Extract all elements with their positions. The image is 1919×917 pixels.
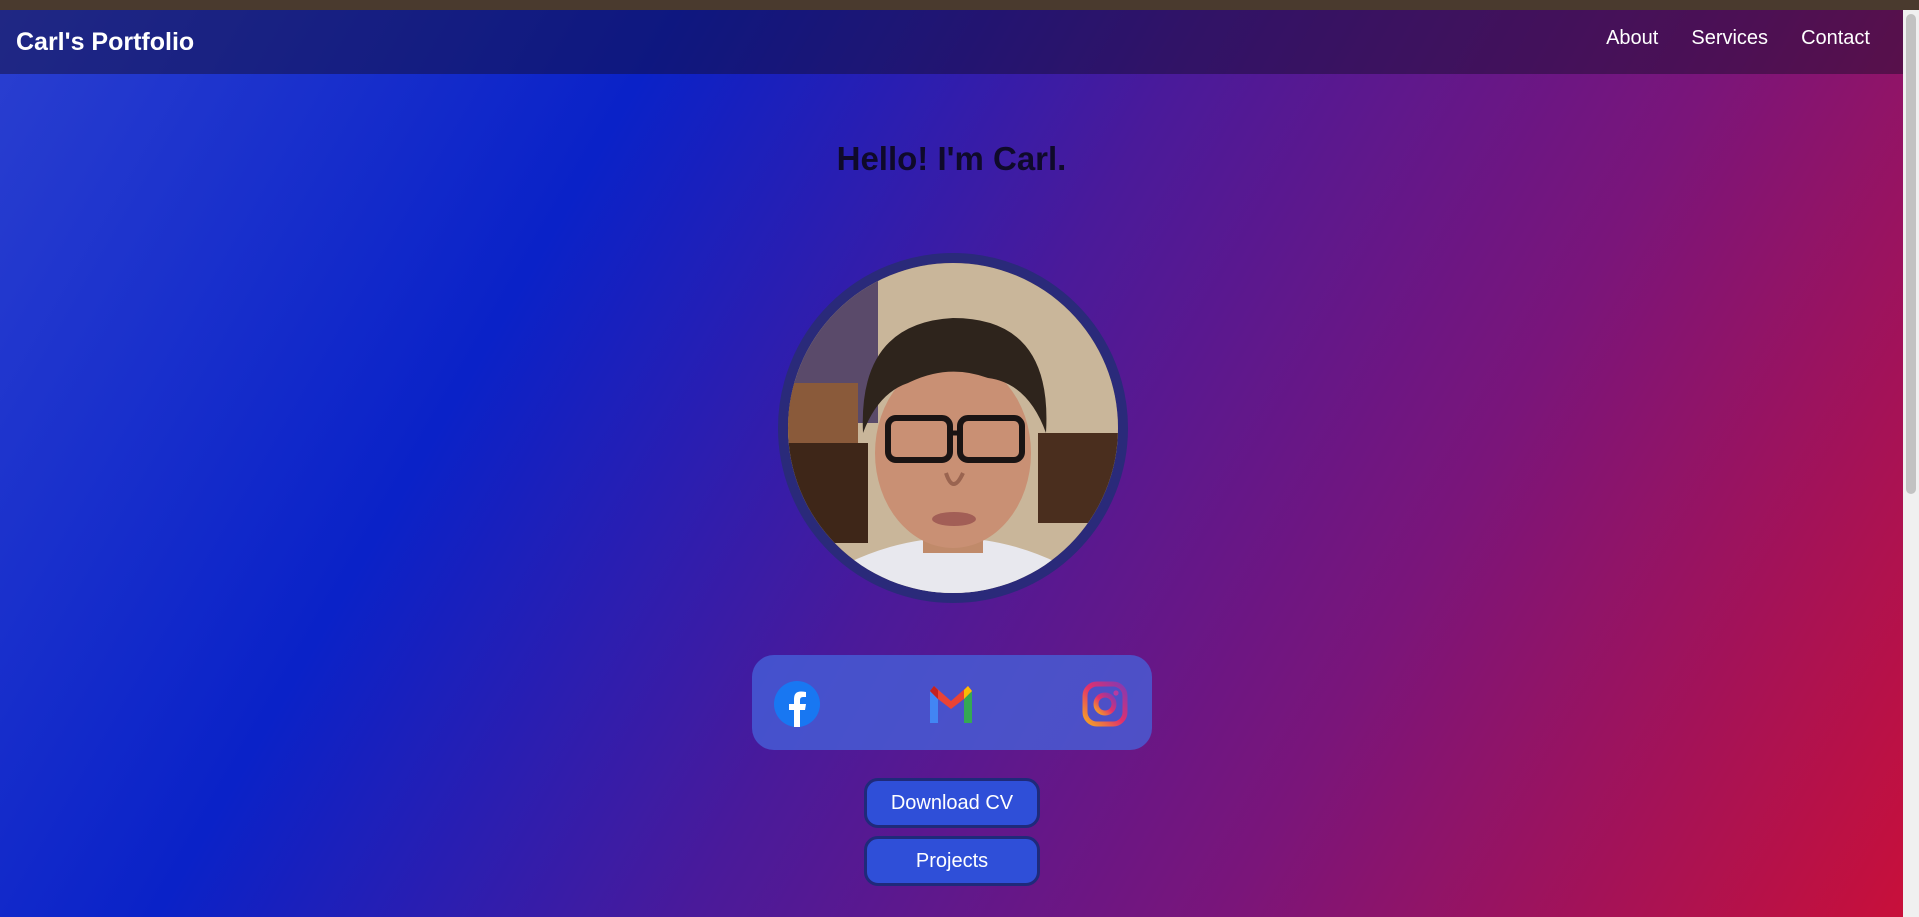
projects-button[interactable]: Projects bbox=[864, 836, 1040, 886]
brand-logo[interactable]: Carl's Portfolio bbox=[16, 28, 194, 57]
facebook-icon[interactable] bbox=[774, 681, 820, 727]
profile-photo bbox=[778, 253, 1128, 603]
nav-contact[interactable]: Contact bbox=[1801, 27, 1870, 50]
nav-about[interactable]: About bbox=[1606, 27, 1658, 50]
page-viewport: Carl's Portfolio About Services Contact … bbox=[0, 10, 1903, 917]
hero-headline: Hello! I'm Carl. bbox=[836, 140, 1067, 177]
vertical-scrollbar[interactable] bbox=[1903, 10, 1919, 917]
instagram-icon[interactable] bbox=[1082, 681, 1128, 727]
nav-links: About Services Contact bbox=[1606, 27, 1870, 50]
gmail-icon[interactable] bbox=[928, 681, 974, 727]
social-links-bar bbox=[752, 655, 1152, 750]
browser-top-strip bbox=[0, 0, 1919, 10]
nav-services[interactable]: Services bbox=[1691, 27, 1768, 50]
navbar: Carl's Portfolio About Services Contact bbox=[0, 10, 1903, 74]
download-cv-button[interactable]: Download CV bbox=[864, 778, 1040, 828]
scrollbar-thumb[interactable] bbox=[1906, 14, 1916, 494]
